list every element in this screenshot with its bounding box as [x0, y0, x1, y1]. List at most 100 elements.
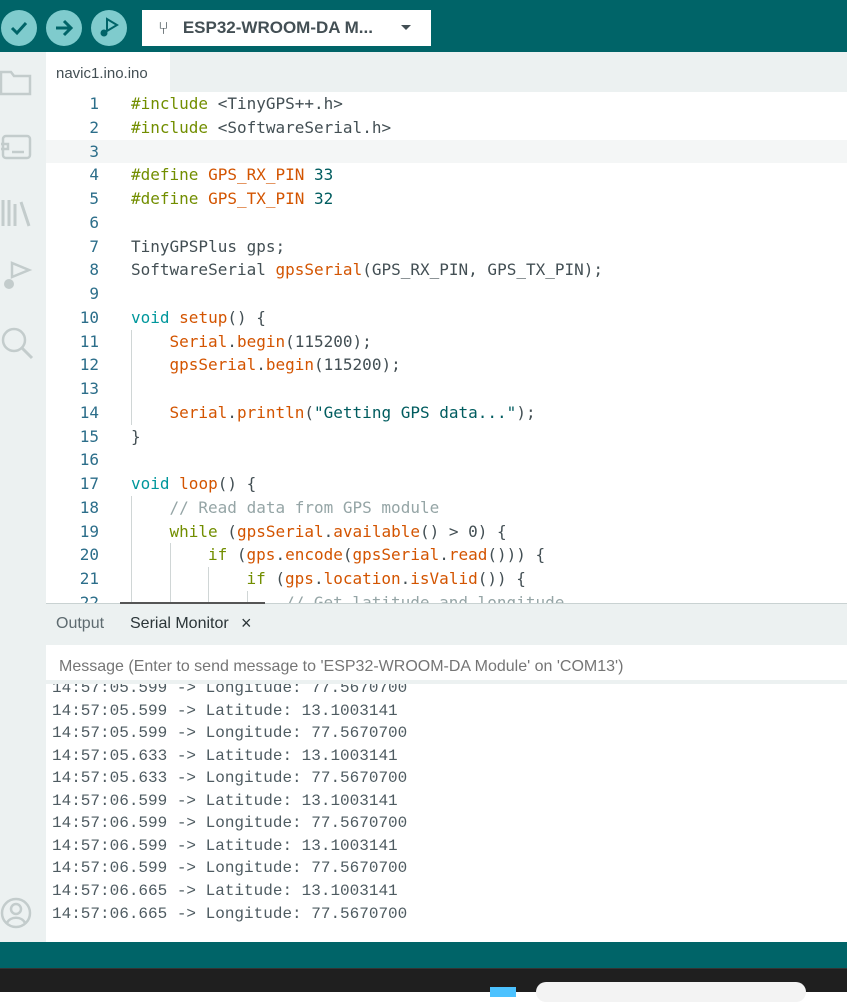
code-token: // Get latitude and longitude	[285, 592, 565, 603]
indent-guide	[208, 567, 209, 591]
code-line[interactable]: 5 #define GPS_TX_PIN 32	[46, 187, 847, 211]
line-number: 19	[79, 521, 99, 541]
editor-tabs: navic1.ino.ino	[46, 52, 847, 92]
code-token: encode	[285, 545, 343, 565]
tab-output[interactable]: Output	[56, 615, 104, 633]
code-token: // Read data from GPS module	[169, 497, 440, 517]
code-token: }	[131, 426, 141, 446]
code-token: ())) {	[487, 545, 546, 565]
code-token: () > 0) {	[419, 521, 507, 541]
line-number: 3	[89, 141, 99, 161]
code-editor[interactable]: 1 #include <TinyGPS++.h> 2 #include <Softwa…	[46, 92, 847, 603]
code-line[interactable]: 18 // Read data from GPS module	[46, 495, 847, 520]
arrow-right-icon	[56, 19, 74, 37]
code-token: .	[400, 569, 411, 588]
code-token: .	[313, 569, 324, 588]
indent-guide	[131, 519, 132, 544]
code-text: }	[131, 425, 141, 449]
toolbar: ⑂ ESP32-WROOM-DA M...	[0, 0, 847, 52]
library-icon[interactable]	[0, 196, 34, 230]
line-number: 6	[89, 212, 99, 232]
code-line[interactable]: 17 void loop() {	[46, 472, 847, 496]
code-token: #define	[131, 189, 199, 208]
folder-icon[interactable]	[0, 66, 34, 100]
code-token: );	[516, 402, 536, 422]
code-line[interactable]: 1 #include <TinyGPS++.h>	[46, 92, 847, 116]
code-line[interactable]: 21 if (gps.location.isValid()) {	[46, 567, 847, 591]
message-input[interactable]	[52, 645, 847, 680]
indent-guide	[131, 495, 132, 520]
code-line[interactable]: 13	[46, 377, 847, 401]
code-token: SoftwareSerial	[131, 260, 276, 280]
code-token: read	[448, 545, 488, 565]
code-token: <TinyGPS++.h>	[208, 94, 343, 113]
code-line[interactable]: 19 while (gpsSerial.available() > 0) {	[46, 519, 847, 544]
code-token: begin	[236, 331, 286, 351]
code-line[interactable]: 8 SoftwareSerial gpsSerial(GPS_RX_PIN, GP…	[46, 258, 847, 282]
code-line[interactable]: 7 TinyGPSPlus gps;	[46, 235, 847, 259]
taskbar-search[interactable]	[536, 982, 806, 1002]
code-line[interactable]: 12 gpsSerial.begin(115200);	[46, 353, 847, 377]
user-icon[interactable]	[0, 896, 34, 930]
code-line[interactable]: 2 #include <SoftwareSerial.h>	[46, 116, 847, 140]
debug-button[interactable]	[91, 10, 127, 46]
indent-guide	[131, 543, 132, 567]
line-number: 20	[79, 545, 99, 565]
line-number: 12	[79, 355, 99, 375]
check-icon	[10, 21, 28, 36]
search-icon[interactable]	[0, 326, 34, 360]
code-token: void	[131, 307, 170, 327]
code-token: (115200);	[314, 355, 401, 375]
code-token: gpsSerial	[275, 260, 363, 280]
board-manager-icon[interactable]	[0, 130, 34, 164]
line-number: 4	[89, 165, 99, 185]
code-line[interactable]: 20 if (gps.encode(gpsSerial.read())) {	[46, 543, 847, 567]
line-number: 18	[79, 497, 99, 517]
code-token: .	[256, 355, 266, 375]
code-text: #define GPS_TX_PIN 32	[131, 187, 333, 211]
code-token: #include	[131, 94, 209, 113]
serial-line: 14:57:06.665 -> Longitude: 77.5670700	[52, 904, 408, 923]
windows-start-icon[interactable]	[490, 987, 516, 997]
code-line[interactable]: 3	[46, 139, 847, 164]
code-line[interactable]: 6	[46, 211, 847, 235]
code-line[interactable]: 10 void setup() {	[46, 306, 847, 330]
line-number: 14	[79, 402, 99, 422]
tab-sketch-file[interactable]: navic1.ino.ino	[46, 52, 170, 92]
indent-guide	[131, 329, 132, 354]
verify-button[interactable]	[1, 10, 37, 46]
line-number: 2	[89, 117, 99, 137]
code-line[interactable]: 11 Serial.begin(115200);	[46, 329, 847, 354]
tab-serial-monitor[interactable]: Serial Monitor	[130, 615, 229, 633]
code-text: void loop() {	[131, 472, 256, 496]
debug-icon	[100, 17, 119, 37]
upload-button[interactable]	[46, 10, 82, 46]
code-line[interactable]: 14 Serial.println("Getting GPS data...");	[46, 400, 847, 425]
code-token: () {	[227, 307, 266, 327]
code-token: setup	[179, 307, 228, 327]
board-selector[interactable]: ⑂ ESP32-WROOM-DA M...	[142, 10, 431, 46]
code-text: // Read data from GPS module	[170, 496, 440, 520]
code-text: Serial.begin(115200);	[170, 330, 372, 354]
code-line[interactable]: 15}	[46, 425, 847, 449]
code-text: #include <SoftwareSerial.h>	[131, 116, 391, 140]
code-token: "Getting GPS data..."	[314, 402, 517, 422]
serial-line: 14:57:05.633 -> Longitude: 77.5670700	[52, 769, 408, 788]
code-line[interactable]: 4 #define GPS_RX_PIN 33	[46, 163, 847, 187]
serial-line: 14:57:06.599 -> Longitude: 77.5670700	[52, 859, 408, 878]
code-token: while	[169, 521, 218, 541]
code-token: (	[342, 545, 353, 565]
indent-guide	[169, 567, 171, 591]
board-label: ESP32-WROOM-DA M...	[182, 18, 373, 37]
code-line[interactable]: 9	[46, 282, 847, 306]
code-text: // Get latitude and longitude	[285, 591, 564, 603]
close-icon[interactable]: ×	[241, 613, 252, 634]
debug-icon[interactable]	[0, 260, 34, 294]
line-number: 16	[79, 450, 99, 470]
code-text: #include <TinyGPS++.h>	[131, 92, 343, 116]
code-line[interactable]: 16	[46, 448, 847, 472]
code-token: ()) {	[477, 569, 526, 588]
